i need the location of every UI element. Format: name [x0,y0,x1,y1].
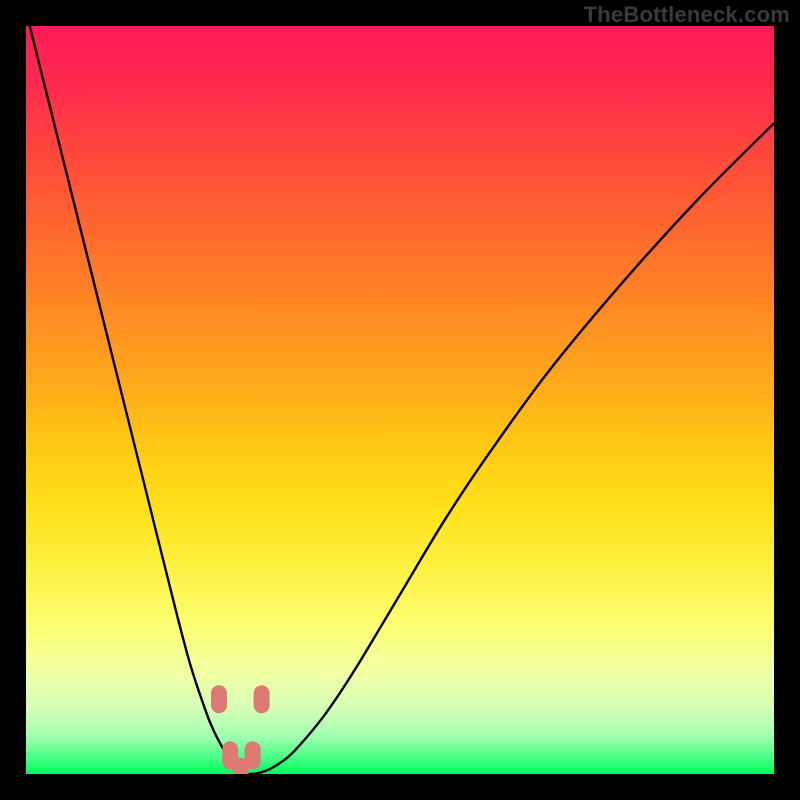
data-point [254,685,270,713]
watermark-text: TheBottleneck.com [584,2,790,28]
chart-frame: TheBottleneck.com [0,0,800,800]
data-point [233,758,249,774]
data-point [211,685,227,713]
points-layer [26,26,774,774]
plot-area [26,26,774,774]
